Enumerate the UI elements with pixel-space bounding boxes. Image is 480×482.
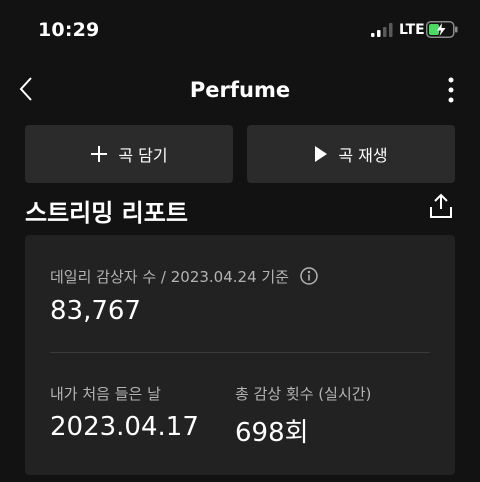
total-plays-label: 총 감상 횟수 (실시간) (235, 385, 372, 403)
daily-listeners-label: 데일리 감상자 수 / 2023.04.24 기준 (50, 268, 289, 286)
section-title: 스트리밍 리포트 (25, 199, 188, 227)
info-icon[interactable] (300, 267, 318, 285)
total-plays-value: 698회 (235, 418, 309, 448)
page-title: Perfume (189, 78, 291, 102)
first-listen-label: 내가 처음 들은 날 (50, 385, 161, 403)
add-song-button[interactable]: 곡 담기 (25, 125, 233, 183)
network-label: LTE (399, 22, 425, 38)
daily-listeners-label-row: 데일리 감상자 수 / 2023.04.24 기준 (50, 266, 318, 287)
plus-icon (91, 146, 108, 162)
daily-listeners-value: 83,767 (50, 296, 141, 326)
signal-strength-icon (371, 23, 393, 37)
share-icon[interactable] (428, 193, 454, 219)
first-listen-value: 2023.04.17 (50, 412, 199, 442)
battery-charging-icon (426, 21, 458, 38)
add-song-label: 곡 담기 (118, 146, 168, 165)
status-time: 10:29 (38, 19, 100, 41)
divider (50, 352, 430, 353)
more-options-icon[interactable] (444, 76, 458, 104)
play-song-label: 곡 재생 (338, 146, 388, 165)
play-song-button[interactable]: 곡 재생 (247, 125, 455, 183)
play-icon (315, 146, 328, 162)
